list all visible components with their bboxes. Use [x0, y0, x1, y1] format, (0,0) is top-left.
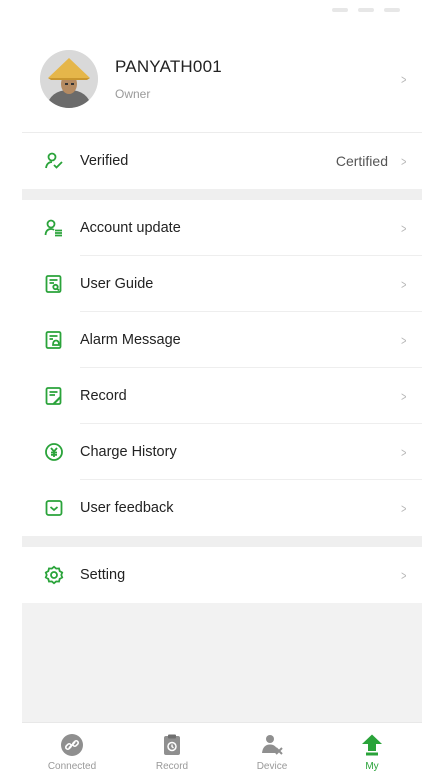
- chevron-right-icon: >: [401, 567, 407, 583]
- tab-connected[interactable]: Connected: [22, 723, 122, 771]
- section-gap: [22, 536, 422, 547]
- chevron-right-icon: >: [401, 276, 407, 292]
- verified-row[interactable]: Verified Certified >: [22, 133, 422, 189]
- menu-item-label: Account update: [80, 220, 181, 236]
- chevron-right-icon: >: [401, 500, 407, 516]
- menu-item-record[interactable]: Record >: [22, 368, 422, 424]
- menu-item-label: Charge History: [80, 444, 177, 460]
- profile-card[interactable]: PANYATH001 Owner >: [22, 26, 422, 132]
- chevron-right-icon: >: [401, 444, 407, 460]
- verified-status: Certified: [335, 153, 388, 169]
- chevron-right-icon: >: [401, 220, 407, 236]
- section-gap: [22, 189, 422, 200]
- verified-label: Verified: [80, 153, 129, 169]
- menu-item-alarm-message[interactable]: Alarm Message >: [22, 312, 422, 368]
- status-bar: [22, 0, 422, 26]
- menu-item-label: Alarm Message: [80, 332, 181, 348]
- tab-label: Connected: [47, 761, 97, 771]
- chevron-right-icon: >: [401, 388, 407, 404]
- tab-device[interactable]: Device: [222, 723, 322, 771]
- status-icons: [332, 8, 400, 12]
- tab-label: My: [365, 761, 379, 771]
- menu-item-label: User Guide: [80, 276, 154, 292]
- empty-area: [22, 604, 422, 722]
- user-guide-icon: [44, 274, 64, 294]
- user-feedback-icon: [44, 498, 64, 518]
- menu-item-label: User feedback: [80, 500, 174, 516]
- alarm-message-icon: [44, 330, 64, 350]
- tab-label: Device: [256, 761, 288, 771]
- record-icon: [44, 386, 64, 406]
- bottom-tab-bar: Connected Record Device My: [22, 722, 422, 771]
- link-icon: [60, 733, 84, 757]
- profile-text: PANYATH001 Owner: [115, 57, 222, 101]
- tab-my[interactable]: My: [322, 723, 422, 771]
- tab-label: Record: [155, 761, 189, 771]
- gear-icon: [44, 565, 64, 585]
- my-arrow-icon: [360, 733, 384, 757]
- clipboard-icon: [160, 733, 184, 757]
- menu-item-setting[interactable]: Setting >: [22, 547, 422, 603]
- tab-record[interactable]: Record: [122, 723, 222, 771]
- avatar: [40, 50, 98, 108]
- profile-name: PANYATH001: [115, 57, 222, 76]
- menu-item-charge-history[interactable]: Charge History >: [22, 424, 422, 480]
- account-update-icon: [44, 218, 64, 238]
- chevron-right-icon: >: [401, 332, 407, 348]
- menu-item-label: Record: [80, 388, 127, 404]
- charge-history-icon: [44, 442, 64, 462]
- menu-item-user-guide[interactable]: User Guide >: [22, 256, 422, 312]
- chevron-right-icon: >: [401, 153, 407, 169]
- my-screen: PANYATH001 Owner > Verified Certified > …: [22, 0, 422, 771]
- menu-item-label: Setting: [80, 567, 126, 583]
- menu-item-account-update[interactable]: Account update >: [22, 200, 422, 256]
- chevron-right-icon: >: [401, 71, 407, 87]
- menu-item-user-feedback[interactable]: User feedback >: [22, 480, 422, 536]
- profile-role: Owner: [115, 87, 151, 101]
- device-icon: [260, 733, 284, 757]
- verified-user-icon: [44, 151, 64, 171]
